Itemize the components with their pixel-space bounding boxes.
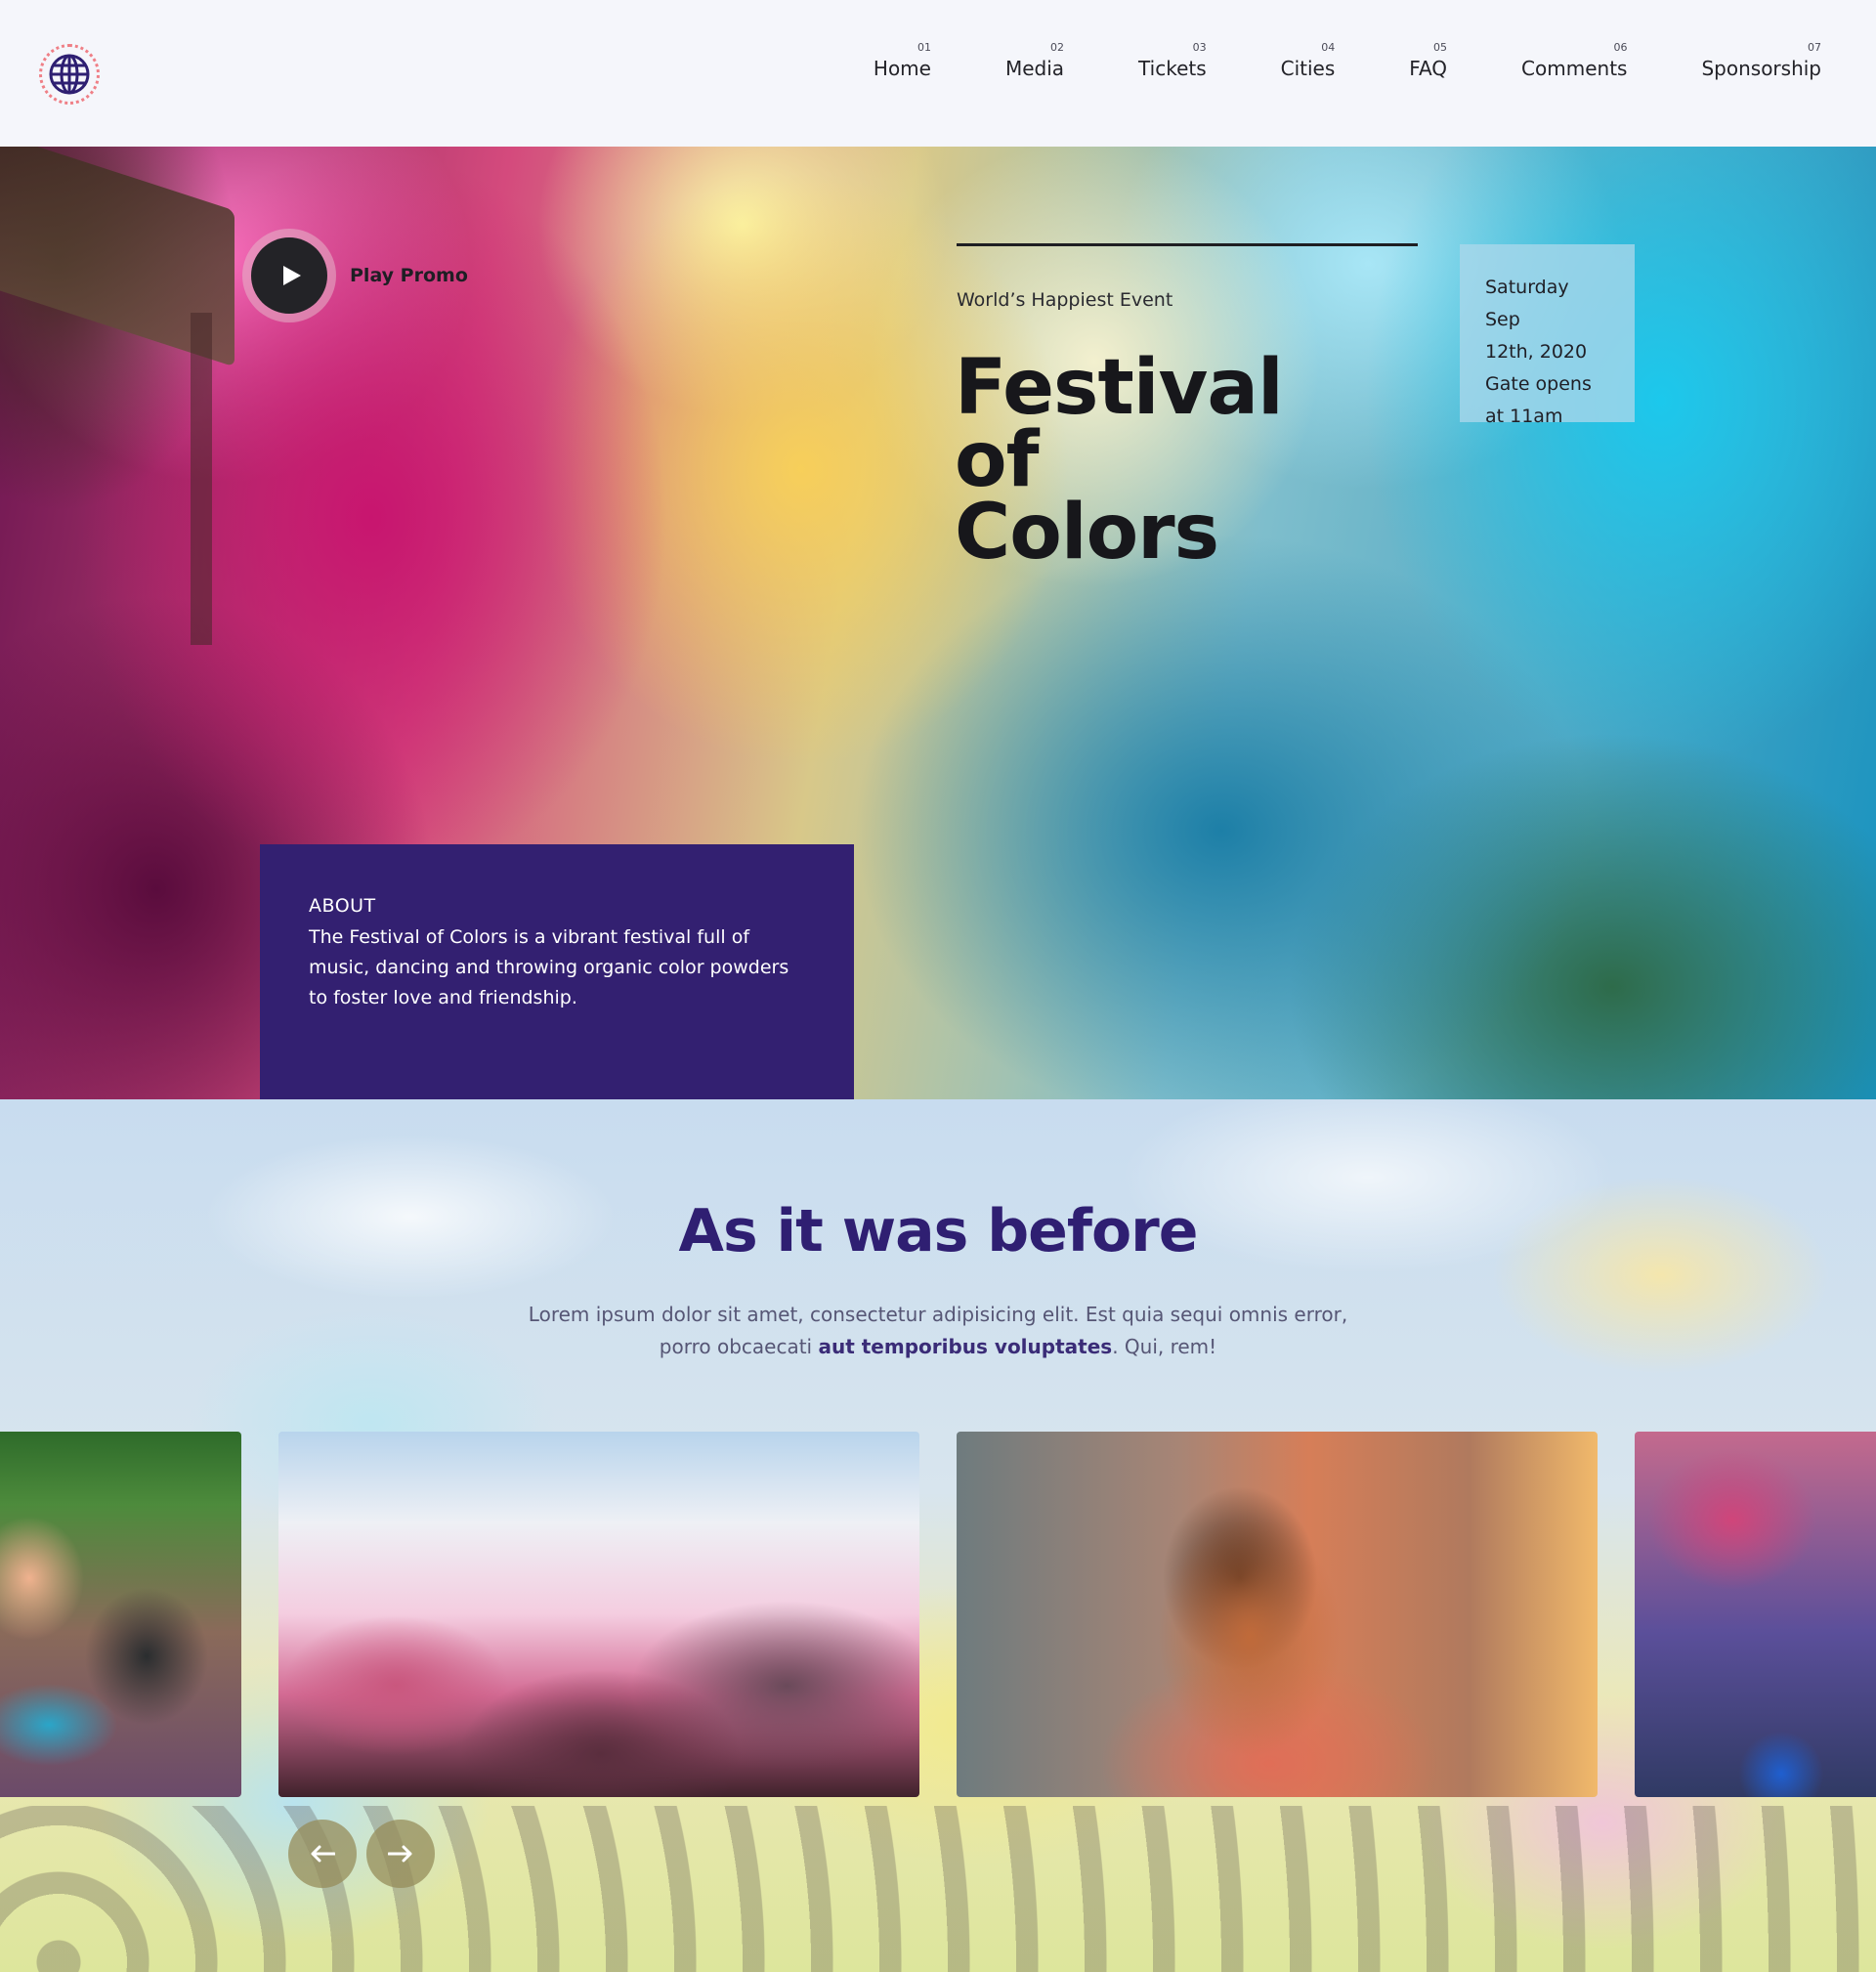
- nav-number: 07: [1808, 41, 1821, 54]
- nav-faq[interactable]: 05 FAQ: [1409, 41, 1448, 80]
- nav-label: FAQ: [1409, 57, 1448, 80]
- date-line: Gate opens: [1485, 373, 1592, 395]
- gallery-text-end: . Qui, rem!: [1112, 1335, 1217, 1358]
- nav-label: Media: [1004, 57, 1065, 80]
- gallery-photo[interactable]: [0, 1432, 241, 1797]
- gallery-text-bold: aut temporibus voluptates: [818, 1335, 1113, 1358]
- arrow-left-icon[interactable]: [288, 1820, 357, 1888]
- nav-media[interactable]: 02 Media: [1004, 41, 1065, 80]
- about-text: The Festival of Colors is a vibrant fest…: [309, 926, 789, 1008]
- play-icon[interactable]: [251, 237, 327, 314]
- hero-section: Play Promo World’s Happiest Event Festiv…: [0, 147, 1876, 1099]
- nav-sponsorship[interactable]: 07 Sponsorship: [1701, 41, 1821, 80]
- nav-number: 02: [1050, 41, 1065, 54]
- event-date-card: Saturday Sep 12th, 2020 Gate opens at 11…: [1460, 244, 1635, 427]
- date-line: at 11am: [1485, 406, 1563, 427]
- gallery-title: As it was before: [678, 1197, 1199, 1265]
- nav-label: Home: [873, 57, 931, 80]
- nav-comments[interactable]: 06 Comments: [1521, 41, 1628, 80]
- globe-icon[interactable]: [39, 44, 100, 105]
- hero-title-line-1: Festival of: [955, 344, 1284, 504]
- crowd-background: [0, 1806, 1876, 1972]
- hero-background-post: [191, 313, 212, 645]
- hero-title-line-2: Colors: [955, 489, 1219, 577]
- hero-title: Festival of Colors: [955, 344, 1365, 577]
- nav-number: 04: [1321, 41, 1336, 54]
- arrow-right-icon[interactable]: [366, 1820, 435, 1888]
- nav-number: 05: [1433, 41, 1448, 54]
- main-nav: 01 Home 02 Media 03 Tickets 04 Cities 05 FAQ …: [873, 41, 1821, 80]
- nav-number: 01: [917, 41, 931, 54]
- nav-home[interactable]: 01 Home: [873, 41, 931, 80]
- nav-number: 06: [1613, 41, 1628, 54]
- gallery-photo[interactable]: [957, 1432, 1598, 1797]
- gallery-photo[interactable]: [1635, 1432, 1876, 1797]
- play-button-ring: [242, 229, 336, 322]
- carousel-controls: [288, 1820, 435, 1888]
- nav-label: Cities: [1280, 57, 1336, 80]
- gallery-description: Lorem ipsum dolor sit amet, consectetur …: [528, 1299, 1348, 1363]
- nav-number: 03: [1192, 41, 1207, 54]
- gallery-section: As it was before Lorem ipsum dolor sit a…: [0, 1099, 1876, 1972]
- nav-label: Comments: [1521, 57, 1628, 80]
- play-promo-label: Play Promo: [350, 265, 468, 286]
- date-line: Saturday Sep: [1485, 277, 1569, 330]
- hero-eyebrow: World’s Happiest Event: [957, 289, 1173, 311]
- nav-tickets[interactable]: 03 Tickets: [1138, 41, 1207, 80]
- nav-label: Tickets: [1138, 57, 1207, 80]
- nav-label: Sponsorship: [1701, 57, 1821, 80]
- site-header: 01 Home 02 Media 03 Tickets 04 Cities 05 FAQ …: [0, 0, 1876, 147]
- nav-cities[interactable]: 04 Cities: [1280, 41, 1336, 80]
- play-promo-button[interactable]: Play Promo: [242, 229, 468, 322]
- about-heading: ABOUT: [309, 895, 376, 917]
- about-panel: ABOUT The Festival of Colors is a vibran…: [260, 844, 854, 1099]
- gallery-photo[interactable]: [278, 1432, 919, 1797]
- hero-divider: [957, 243, 1418, 246]
- date-line: 12th, 2020: [1485, 341, 1588, 363]
